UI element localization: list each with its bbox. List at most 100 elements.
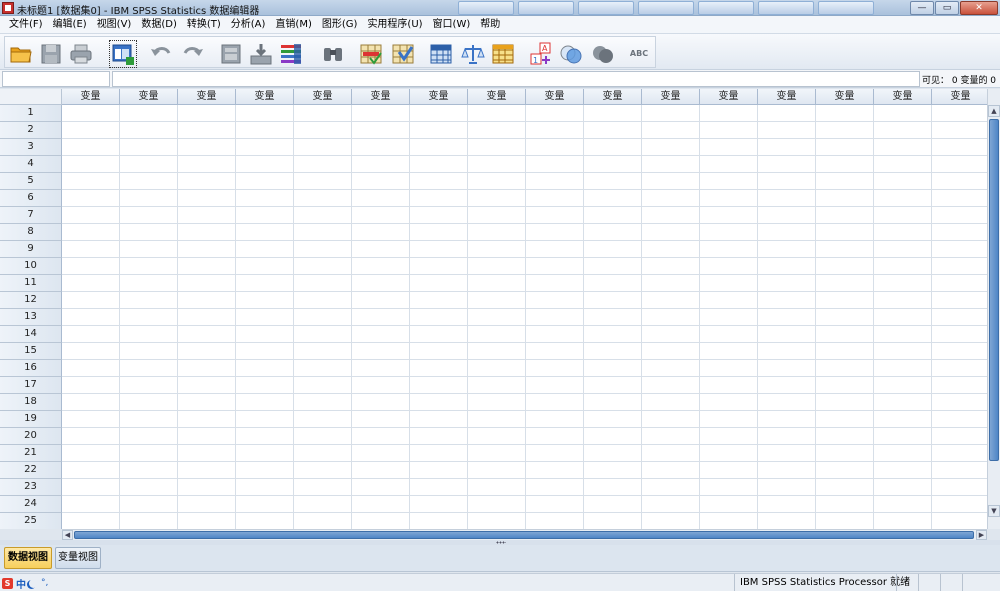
scroll-up-arrow-icon[interactable]: ▲ bbox=[988, 105, 1000, 117]
dialog-recall-icon[interactable] bbox=[109, 40, 137, 68]
sogou-ime-icon[interactable]: S bbox=[2, 577, 13, 589]
row-header[interactable]: 12 bbox=[0, 292, 62, 309]
column-header[interactable]: 变量 bbox=[294, 89, 352, 105]
menu-file[interactable]: 文件(F) bbox=[4, 16, 48, 34]
background-window-tab[interactable] bbox=[818, 1, 874, 15]
row-header[interactable]: 8 bbox=[0, 224, 62, 241]
half-width-moon-icon[interactable] bbox=[29, 579, 38, 588]
menu-window[interactable]: 窗口(W) bbox=[428, 16, 476, 34]
minimize-button[interactable]: — bbox=[910, 1, 934, 15]
row-header[interactable]: 15 bbox=[0, 343, 62, 360]
row-header[interactable]: 20 bbox=[0, 428, 62, 445]
column-header[interactable]: 变量 bbox=[236, 89, 294, 105]
column-header[interactable]: 变量 bbox=[816, 89, 874, 105]
goto-case-icon[interactable] bbox=[219, 42, 243, 66]
grid-corner[interactable] bbox=[0, 89, 62, 105]
menu-analyze[interactable]: 分析(A) bbox=[226, 16, 271, 34]
menu-transform[interactable]: 转换(T) bbox=[182, 16, 226, 34]
column-header[interactable]: 变量 bbox=[932, 89, 987, 105]
row-header[interactable]: 22 bbox=[0, 462, 62, 479]
use-variable-sets-icon[interactable] bbox=[559, 42, 583, 66]
row-header[interactable]: 18 bbox=[0, 394, 62, 411]
select-cases-icon[interactable] bbox=[491, 42, 515, 66]
menu-data[interactable]: 数据(D) bbox=[136, 16, 182, 34]
row-header[interactable]: 2 bbox=[0, 122, 62, 139]
column-header[interactable]: 变量 bbox=[874, 89, 932, 105]
column-header[interactable]: 变量 bbox=[120, 89, 178, 105]
menu-graphs[interactable]: 图形(G) bbox=[317, 16, 363, 34]
vertical-scroll-thumb[interactable] bbox=[989, 119, 999, 461]
scroll-left-arrow-icon[interactable]: ◀ bbox=[62, 530, 73, 540]
row-header[interactable]: 9 bbox=[0, 241, 62, 258]
vertical-scrollbar[interactable]: ▲ ▼ bbox=[987, 89, 1000, 529]
redo-icon[interactable] bbox=[181, 42, 205, 66]
menu-edit[interactable]: 编辑(E) bbox=[48, 16, 92, 34]
value-labels-icon[interactable]: A1 bbox=[529, 42, 553, 66]
background-window-tab[interactable] bbox=[458, 1, 514, 15]
row-header[interactable]: 17 bbox=[0, 377, 62, 394]
background-window-tab[interactable] bbox=[758, 1, 814, 15]
insert-variable-icon[interactable] bbox=[391, 42, 415, 66]
row-header[interactable]: 10 bbox=[0, 258, 62, 275]
menu-view[interactable]: 视图(V) bbox=[92, 16, 137, 34]
close-button[interactable]: ✕ bbox=[960, 1, 998, 15]
column-header[interactable]: 变量 bbox=[758, 89, 816, 105]
scroll-down-arrow-icon[interactable]: ▼ bbox=[988, 505, 1000, 517]
menu-help[interactable]: 帮助 bbox=[475, 16, 505, 34]
cell-value-field[interactable] bbox=[112, 71, 920, 87]
row-header[interactable]: 14 bbox=[0, 326, 62, 343]
weight-cases-icon[interactable] bbox=[461, 42, 485, 66]
row-header[interactable]: 16 bbox=[0, 360, 62, 377]
find-icon[interactable] bbox=[321, 42, 345, 66]
row-header[interactable]: 13 bbox=[0, 309, 62, 326]
show-all-variables-icon[interactable] bbox=[591, 42, 615, 66]
menu-utilities[interactable]: 实用程序(U) bbox=[362, 16, 427, 34]
spss-app-icon[interactable] bbox=[2, 2, 14, 14]
data-cells[interactable] bbox=[62, 105, 987, 529]
undo-icon[interactable] bbox=[149, 42, 173, 66]
row-header[interactable]: 1 bbox=[0, 105, 62, 122]
row-header[interactable]: 23 bbox=[0, 479, 62, 496]
row-header[interactable]: 19 bbox=[0, 411, 62, 428]
row-header[interactable]: 6 bbox=[0, 190, 62, 207]
row-header[interactable]: 4 bbox=[0, 156, 62, 173]
scroll-right-arrow-icon[interactable]: ▶ bbox=[976, 530, 987, 540]
row-header[interactable]: 11 bbox=[0, 275, 62, 292]
split-file-icon[interactable] bbox=[429, 42, 453, 66]
open-folder-icon[interactable] bbox=[9, 42, 33, 66]
row-header[interactable]: 7 bbox=[0, 207, 62, 224]
tab-variable-view[interactable]: 变量视图 bbox=[55, 547, 101, 569]
column-header[interactable]: 变量 bbox=[352, 89, 410, 105]
insert-cases-icon[interactable] bbox=[359, 42, 383, 66]
row-header[interactable]: 25 bbox=[0, 513, 62, 529]
row-header[interactable]: 5 bbox=[0, 173, 62, 190]
cell-reference-field[interactable] bbox=[2, 71, 110, 87]
save-icon[interactable] bbox=[39, 42, 63, 66]
column-header[interactable]: 变量 bbox=[584, 89, 642, 105]
row-header[interactable]: 21 bbox=[0, 445, 62, 462]
column-header[interactable]: 变量 bbox=[410, 89, 468, 105]
print-icon[interactable] bbox=[69, 42, 93, 66]
ime-language-toggle[interactable]: 中 bbox=[16, 576, 26, 591]
spell-check-icon[interactable]: ABC bbox=[627, 42, 651, 66]
column-header[interactable]: 变量 bbox=[468, 89, 526, 105]
column-header[interactable]: 变量 bbox=[700, 89, 758, 105]
background-window-tab[interactable] bbox=[698, 1, 754, 15]
row-header[interactable]: 24 bbox=[0, 496, 62, 513]
goto-variable-icon[interactable] bbox=[249, 42, 273, 66]
row-header[interactable]: 3 bbox=[0, 139, 62, 156]
column-header[interactable]: 变量 bbox=[526, 89, 584, 105]
column-header[interactable]: 变量 bbox=[62, 89, 120, 105]
tab-data-view[interactable]: 数据视图 bbox=[4, 547, 52, 569]
splitter-grip-icon[interactable] bbox=[496, 541, 506, 544]
column-header[interactable]: 变量 bbox=[178, 89, 236, 105]
horizontal-scroll-thumb[interactable] bbox=[74, 531, 974, 539]
maximize-button[interactable]: ▭ bbox=[935, 1, 959, 15]
background-window-tab[interactable] bbox=[638, 1, 694, 15]
background-window-tab[interactable] bbox=[578, 1, 634, 15]
ime-punctuation-toggle[interactable]: °, bbox=[41, 578, 48, 588]
column-header[interactable]: 变量 bbox=[642, 89, 700, 105]
horizontal-scrollbar[interactable]: ◀ ▶ bbox=[62, 529, 987, 540]
variables-icon[interactable] bbox=[279, 42, 303, 66]
background-window-tab[interactable] bbox=[518, 1, 574, 15]
